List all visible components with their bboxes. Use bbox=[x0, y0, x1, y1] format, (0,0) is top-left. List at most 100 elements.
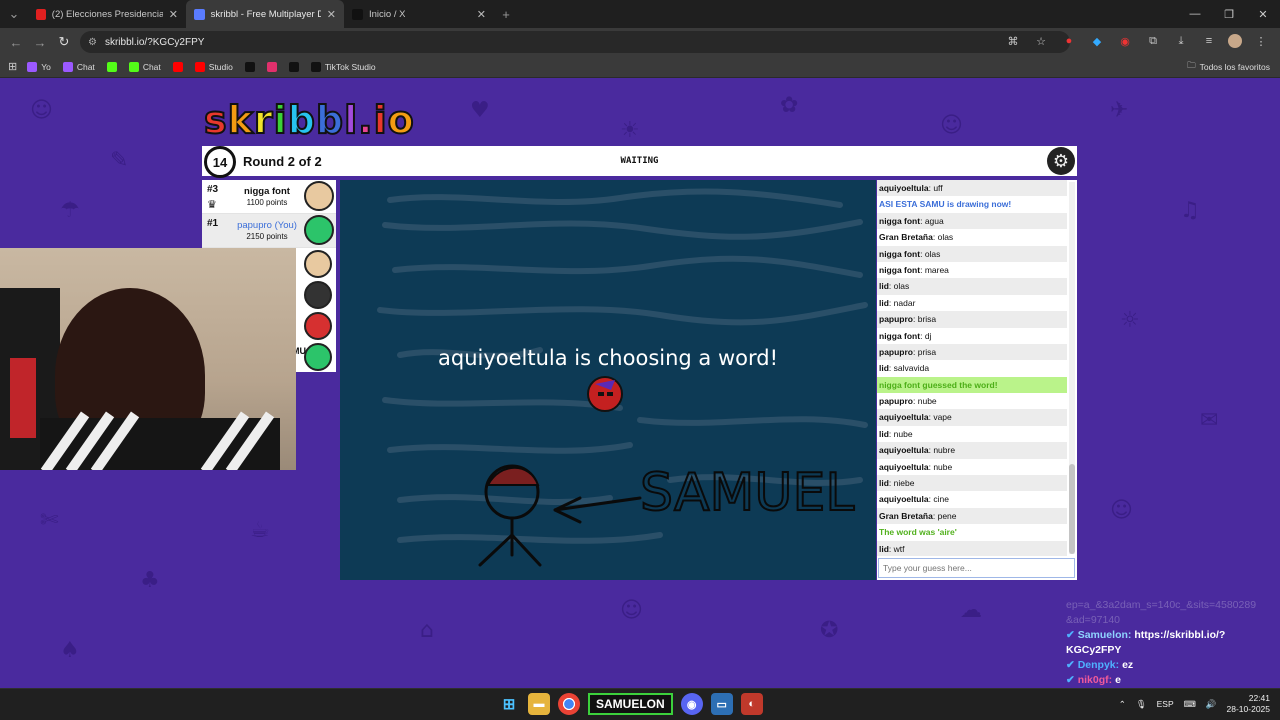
player-avatar bbox=[304, 343, 332, 371]
new-tab-button[interactable]: + bbox=[494, 2, 518, 26]
extensions-puzzle-icon[interactable]: ⧉ bbox=[1144, 32, 1162, 50]
site-info-icon[interactable]: ⚙ bbox=[88, 37, 97, 48]
chat-message-list: aquiyoeltula: uff ASI ESTA SAMU is drawin… bbox=[877, 180, 1067, 556]
chat-message: aquiyoeltula: cine bbox=[879, 494, 949, 505]
forward-icon[interactable]: → bbox=[28, 30, 52, 54]
chat-scroll-thumb[interactable] bbox=[1069, 464, 1075, 554]
extension-icon[interactable]: ◆ bbox=[1088, 32, 1106, 50]
player-avatar bbox=[304, 215, 334, 245]
extension-icon[interactable]: ● bbox=[1060, 32, 1078, 50]
app-window-icon[interactable]: ▭ bbox=[710, 693, 733, 715]
obs-icon[interactable]: ◐ bbox=[740, 693, 763, 715]
download-icon[interactable]: ⤓ bbox=[1172, 32, 1190, 50]
chat-username: lid bbox=[879, 543, 889, 554]
doodle-icon: ☂ bbox=[60, 198, 80, 223]
tab-title: Inicio / X bbox=[369, 8, 406, 20]
canvas-scribble-text: SAMUEL bbox=[640, 463, 854, 523]
bookmark-favicon-icon bbox=[266, 61, 277, 72]
extension-icon[interactable]: ◉ bbox=[1116, 32, 1134, 50]
reload-icon[interactable]: ↻ bbox=[52, 30, 76, 54]
chat-system-text: The word was 'aire' bbox=[879, 527, 957, 538]
clock[interactable]: 22:41 28-10-2025 bbox=[1227, 693, 1270, 715]
bookmark-star-icon[interactable]: ☆ bbox=[1032, 32, 1050, 50]
chat-username: aquiyoeltula bbox=[879, 494, 929, 505]
tab-favicon-icon bbox=[352, 8, 363, 20]
chat-badge-icon: ✔ bbox=[1066, 674, 1078, 686]
language-indicator[interactable]: ESP bbox=[1157, 699, 1174, 709]
restore-icon[interactable]: ❐ bbox=[1212, 0, 1246, 28]
player-card[interactable]: #1 papupro (You) 2150 points bbox=[202, 214, 336, 248]
profile-avatar[interactable] bbox=[1228, 34, 1242, 48]
player-name: papupro (You) bbox=[237, 220, 297, 231]
minimize-icon[interactable]: — bbox=[1178, 0, 1212, 28]
player-rank: #3 bbox=[207, 184, 219, 195]
doodle-icon: ✪ bbox=[820, 618, 839, 643]
discord-icon[interactable]: ◉ bbox=[680, 693, 703, 715]
tab-close-icon[interactable]: ✕ bbox=[477, 8, 486, 21]
bookmark-item[interactable] bbox=[106, 61, 117, 72]
browser-tab-bar: ⌄ (2) Elecciones Presidenciales✕skribbl … bbox=[0, 0, 1280, 28]
chat-text: pene bbox=[937, 510, 957, 521]
bookmark-item[interactable]: Studio bbox=[194, 61, 233, 72]
bookmark-item[interactable]: TikTok Studio bbox=[310, 61, 376, 72]
crown-icon: ♛ bbox=[207, 199, 217, 211]
chrome-icon[interactable] bbox=[558, 693, 580, 715]
chat-text: olas bbox=[893, 281, 910, 292]
menu-kebab-icon[interactable]: ⋮ bbox=[1252, 32, 1270, 50]
chat-message: aquiyoeltula: uff bbox=[877, 180, 1067, 197]
tab-close-icon[interactable]: ✕ bbox=[327, 8, 336, 21]
chat-username: nigga font bbox=[879, 215, 921, 226]
chat-message: papupro: prisa bbox=[877, 343, 1067, 361]
microphone-icon[interactable]: 🎙 bbox=[1136, 699, 1147, 710]
chat-text: nube bbox=[917, 396, 937, 407]
player-avatar bbox=[304, 181, 334, 211]
bookmark-favicon-icon bbox=[172, 61, 183, 72]
windows-start-icon[interactable]: ⊞ bbox=[498, 693, 520, 715]
guess-input[interactable] bbox=[878, 558, 1075, 578]
bookmark-item[interactable] bbox=[266, 61, 277, 72]
tab-close-icon[interactable]: ✕ bbox=[169, 8, 178, 21]
back-icon[interactable]: ← bbox=[4, 30, 28, 54]
doodle-icon: ☼ bbox=[1120, 308, 1140, 333]
browser-tab[interactable]: skribbl - Free Multiplayer D ✕ bbox=[186, 0, 344, 28]
bookmark-item[interactable] bbox=[288, 61, 299, 72]
player-card[interactable]: #3 nigga font 1100 points ♛ bbox=[202, 180, 336, 214]
tab-search-icon[interactable]: ⌄ bbox=[0, 2, 28, 26]
apps-grid-icon[interactable]: ⊞ bbox=[8, 60, 17, 73]
bookmark-item[interactable]: Chat bbox=[128, 61, 161, 72]
reading-list-icon[interactable]: ≡ bbox=[1200, 32, 1218, 50]
doodle-icon: ☁ bbox=[960, 598, 982, 623]
chat-message: nigga font guessed the word! bbox=[877, 376, 1067, 394]
chat-message: lid: salvavida bbox=[879, 363, 930, 374]
chat-badge-icon: ✔ bbox=[1066, 629, 1078, 641]
translate-icon[interactable]: ⌘ bbox=[1004, 32, 1022, 50]
file-explorer-icon[interactable]: ▬ bbox=[528, 693, 550, 715]
close-window-icon[interactable]: ✕ bbox=[1246, 0, 1280, 28]
browser-tab[interactable]: Inicio / X ✕ bbox=[344, 0, 494, 28]
bookmark-item[interactable]: Yo bbox=[27, 61, 51, 72]
browser-tab[interactable]: (2) Elecciones Presidenciales ✕ bbox=[28, 0, 186, 28]
doodle-icon: ☀ bbox=[620, 118, 640, 143]
stream-chat-line: ✔ Denpyk: ez bbox=[1066, 658, 1280, 673]
address-bar: ← → ↻ ⚙ skribbl.io/?KGCy2FPY ⌘ ☆ ● ◆ ◉ ⧉… bbox=[0, 28, 1280, 56]
volume-icon[interactable]: 🔊 bbox=[1206, 699, 1217, 710]
chat-username: aquiyoeltula bbox=[879, 461, 929, 472]
stream-chat-line: KGCy2FPY bbox=[1066, 643, 1280, 658]
settings-gear-icon[interactable]: ⚙ bbox=[1047, 147, 1075, 175]
chat-message: lid: wtf bbox=[877, 540, 1067, 556]
drawing-canvas[interactable]: SAMUEL aquiyoeltula is choosing a word! bbox=[340, 180, 876, 580]
streamer-shirt bbox=[40, 411, 280, 470]
chat-username: papupro bbox=[879, 396, 913, 407]
chat-scrollbar[interactable] bbox=[1069, 182, 1075, 554]
network-icon[interactable]: ⌨ bbox=[1184, 699, 1196, 710]
all-bookmarks-folder[interactable]: 🗀 Todos los favoritos bbox=[1187, 60, 1270, 74]
bookmark-item[interactable] bbox=[172, 61, 183, 72]
url-field[interactable]: ⚙ skribbl.io/?KGCy2FPY bbox=[80, 31, 1070, 53]
show-hidden-icons[interactable]: ⌃ bbox=[1119, 699, 1126, 710]
chat-text: nadar bbox=[893, 297, 916, 308]
chat-message: nigga font: dj bbox=[879, 330, 932, 341]
kick-brand-taskbar[interactable]: SAMUELON bbox=[588, 693, 673, 715]
doodle-icon: ☺ bbox=[940, 113, 963, 138]
bookmark-item[interactable]: Chat bbox=[62, 61, 95, 72]
bookmark-item[interactable] bbox=[244, 61, 255, 72]
